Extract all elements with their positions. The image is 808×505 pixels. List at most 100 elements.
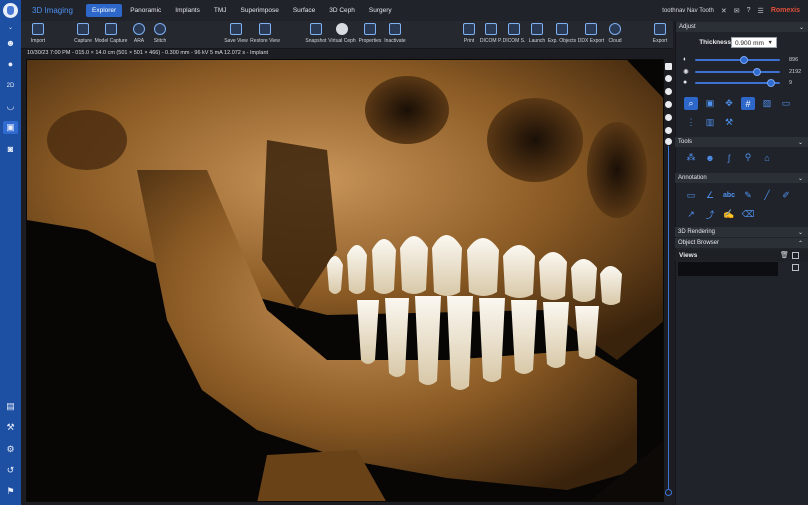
workflow-icon[interactable]: ⚙ xyxy=(3,443,18,456)
cloud-button[interactable]: Cloud xyxy=(598,23,632,44)
sculpt-icon[interactable]: ⁂ xyxy=(684,151,698,164)
annotation-header[interactable]: Annotation ⌄ xyxy=(675,173,808,183)
model-capture-icon xyxy=(105,23,117,35)
ddx-icon xyxy=(585,23,597,35)
ruler-icon[interactable]: ▭ xyxy=(684,189,698,202)
histogram-icon[interactable]: ▥ xyxy=(703,116,717,129)
stitch-icon xyxy=(154,23,166,35)
scan-info-bar: 10/30/23 7:00 PM - 015.0 × 14.0 cm (501 … xyxy=(27,50,269,56)
thickness-select[interactable]: 0.900 mm ▼ xyxy=(731,37,777,48)
mail-icon[interactable]: ✉ xyxy=(734,7,740,15)
sharpen-icon[interactable]: ⋮ xyxy=(684,116,698,129)
slice-slider-knob[interactable] xyxy=(665,489,672,496)
collapse-object-browser-icon[interactable]: ⌃ xyxy=(798,240,803,247)
implant-icon[interactable]: ⚲ xyxy=(741,151,755,164)
menu-icon[interactable]: ☰ xyxy=(758,7,764,15)
adjust-header[interactable]: Adjust ⌄ xyxy=(676,22,808,32)
view-side-icon[interactable] xyxy=(665,114,672,121)
head-icon[interactable]: ☻ xyxy=(703,151,717,164)
properties-icon xyxy=(364,23,376,35)
grid-icon[interactable]: # xyxy=(741,97,755,110)
line-icon[interactable]: ╱ xyxy=(760,189,774,202)
3d-viewport[interactable] xyxy=(26,59,664,502)
brightness-icon: ✺ xyxy=(683,69,689,76)
person-icon[interactable]: ● xyxy=(3,57,18,70)
object-browser-header[interactable]: Object Browser ⌃ xyxy=(675,238,808,248)
frame-icon[interactable]: ▭ xyxy=(779,97,793,110)
tooth-tool-icon[interactable]: ⚒ xyxy=(3,421,18,434)
history-icon[interactable]: ↺ xyxy=(3,464,18,477)
wrench-icon[interactable]: ⚒ xyxy=(722,116,736,129)
tab-3d-ceph[interactable]: 3D Ceph xyxy=(323,4,361,17)
close-patient-icon[interactable]: ✕ xyxy=(721,7,727,15)
tab-surgery[interactable]: Surgery xyxy=(363,4,398,17)
contrast-icon: ◐ xyxy=(683,56,688,63)
image-icon[interactable]: ▨ xyxy=(760,97,774,110)
user-name[interactable]: toothnav Nav Tooth xyxy=(662,8,714,14)
arrow-icon[interactable]: ↗ xyxy=(684,208,698,221)
export-list-icon[interactable]: ▤ xyxy=(3,400,18,413)
export-button[interactable]: Export xyxy=(643,23,677,44)
2d-icon[interactable]: 2D xyxy=(3,79,18,92)
import-button[interactable]: Import xyxy=(21,23,55,44)
tab-explorer[interactable]: Explorer xyxy=(86,4,123,17)
fullscreen-icon[interactable] xyxy=(665,63,672,70)
help-icon[interactable]: ? xyxy=(747,7,751,14)
expand-3d-rendering-icon[interactable]: ⌄ xyxy=(798,229,803,236)
airway-icon[interactable]: ⌂ xyxy=(760,151,774,164)
tab-panoramic[interactable]: Panoramic xyxy=(124,4,167,17)
app-title: 3D Imaging xyxy=(32,6,73,15)
panoramic-icon[interactable]: ◡ xyxy=(3,100,18,113)
text-annotation-icon[interactable]: abc xyxy=(722,189,736,202)
fit-icon[interactable]: ▣ xyxy=(703,97,717,110)
view-item-checkbox[interactable] xyxy=(792,264,799,271)
zoom-icon[interactable]: ⌕ xyxy=(684,97,698,110)
eraser-icon[interactable]: ⌫ xyxy=(741,208,755,221)
main-toolbar: Import Capture Model Capture ARA Stitch … xyxy=(21,21,673,49)
nerve-icon[interactable]: ʃ xyxy=(722,151,736,164)
pan-icon[interactable]: ✥ xyxy=(722,97,736,110)
tab-tmj[interactable]: TMJ xyxy=(208,4,233,17)
inactivate-button[interactable]: Inactivate xyxy=(378,23,412,44)
collapse-annotation-icon[interactable]: ⌄ xyxy=(798,175,803,182)
dicom-print-icon xyxy=(485,23,497,35)
model-icon[interactable]: ◙ xyxy=(3,142,18,155)
contrast-knob[interactable] xyxy=(740,56,748,64)
collapse-icon[interactable]: ⌄ xyxy=(3,21,18,34)
angle-icon[interactable]: ∠ xyxy=(703,189,717,202)
opacity-knob[interactable] xyxy=(767,79,775,87)
curve-icon[interactable]: ⤴ xyxy=(703,208,717,221)
brightness-slider[interactable]: ✺ 2192 xyxy=(683,68,803,76)
trash-icon[interactable]: 🗑 xyxy=(780,251,789,259)
stitch-button[interactable]: Stitch xyxy=(143,23,177,44)
pen-icon[interactable]: ✐ xyxy=(779,189,793,202)
tab-implants[interactable]: Implants xyxy=(169,4,206,17)
collapse-tools-icon[interactable]: ⌄ xyxy=(798,139,803,146)
freehand-icon[interactable]: ✍ xyxy=(722,208,736,221)
user-settings-icon[interactable]: ⚑ xyxy=(3,485,18,498)
collapse-adjust-icon[interactable]: ⌄ xyxy=(799,24,804,31)
tools-header[interactable]: Tools ⌄ xyxy=(675,137,808,147)
views-checkbox[interactable] xyxy=(792,252,799,259)
patients-icon[interactable]: ☻ xyxy=(3,36,18,49)
launch-icon xyxy=(531,23,543,35)
3d-rendering-header[interactable]: 3D Rendering ⌄ xyxy=(675,227,808,237)
rotate-icon[interactable] xyxy=(665,75,672,82)
view-top-icon[interactable] xyxy=(665,127,672,134)
import-icon xyxy=(32,23,44,35)
skull-volume-rendering[interactable] xyxy=(27,60,664,502)
brightness-knob[interactable] xyxy=(753,68,761,76)
inactivate-icon xyxy=(389,23,401,35)
opacity-slider[interactable]: ● 9 xyxy=(683,79,803,87)
view-front-icon[interactable] xyxy=(665,101,672,108)
3d-cube-icon[interactable]: ▣ xyxy=(3,121,18,134)
save-view-icon xyxy=(230,23,242,35)
cut-tool-icon[interactable] xyxy=(665,88,672,95)
tab-surface[interactable]: Surface xyxy=(287,4,321,17)
contrast-slider[interactable]: ◐ 896 xyxy=(683,56,803,64)
slice-slider-track[interactable] xyxy=(668,146,669,493)
restore-view-button[interactable]: Restore View xyxy=(248,23,282,44)
tab-superimpose[interactable]: Superimpose xyxy=(235,4,285,17)
note-icon[interactable]: ✎ xyxy=(741,189,755,202)
view-back-icon[interactable] xyxy=(665,138,672,145)
